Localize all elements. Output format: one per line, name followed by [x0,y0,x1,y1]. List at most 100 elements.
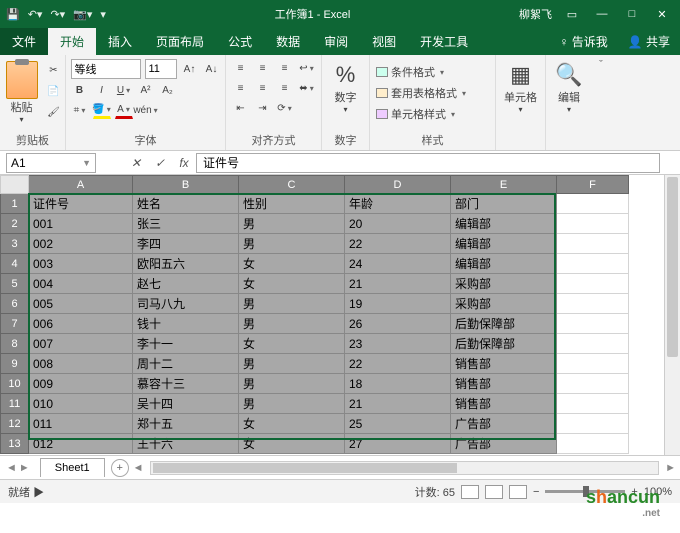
conditional-formatting-button[interactable]: 条件格式 [376,63,489,81]
cell[interactable]: 广告部 [451,414,557,434]
cell[interactable]: 王十六 [133,434,239,454]
cell[interactable] [557,294,629,314]
italic-button[interactable]: I [93,81,111,99]
cell[interactable]: 证件号 [29,194,133,214]
cell[interactable]: 姓名 [133,194,239,214]
col-header[interactable]: D [345,176,451,194]
decrease-font-icon[interactable]: A↓ [203,60,221,78]
collapse-ribbon-icon[interactable]: ˇ [592,55,610,150]
cell[interactable]: 005 [29,294,133,314]
cell[interactable] [557,374,629,394]
select-all-corner[interactable] [1,176,29,194]
font-name-select[interactable] [71,59,141,79]
row-header[interactable]: 13 [1,434,29,454]
superscript-icon[interactable]: A² [137,81,155,99]
cells-button[interactable]: ▦ 单元格▾ [502,59,540,116]
col-header[interactable]: A [29,176,133,194]
minimize-icon[interactable]: — [592,8,612,20]
cell[interactable] [557,214,629,234]
tell-me[interactable]: ♀ 告诉我 [549,28,617,55]
col-header[interactable]: F [557,176,629,194]
cell[interactable]: 24 [345,254,451,274]
cell[interactable]: 21 [345,394,451,414]
cell[interactable]: 赵七 [133,274,239,294]
macro-record-icon[interactable]: ▶ [33,487,44,499]
tab-layout[interactable]: 页面布局 [144,28,216,55]
cell[interactable]: 司马八九 [133,294,239,314]
cell[interactable]: 编辑部 [451,234,557,254]
cell[interactable]: 男 [239,294,345,314]
format-as-table-button[interactable]: 套用表格格式 [376,84,489,102]
cell[interactable] [557,334,629,354]
tab-data[interactable]: 数据 [264,28,312,55]
cell[interactable]: 女 [239,414,345,434]
cell[interactable]: 销售部 [451,374,557,394]
cell[interactable]: 女 [239,274,345,294]
view-layout-icon[interactable] [485,485,503,499]
cell[interactable]: 销售部 [451,354,557,374]
cell[interactable]: 012 [29,434,133,454]
cell[interactable]: 女 [239,254,345,274]
cell[interactable]: 李四 [133,234,239,254]
qat-customize-icon[interactable]: ▾ [100,8,106,21]
close-icon[interactable]: ✕ [652,8,672,21]
cell[interactable]: 男 [239,394,345,414]
enter-icon[interactable]: ✓ [148,156,172,170]
cell[interactable]: 周十二 [133,354,239,374]
spreadsheet-grid[interactable]: ABCDEF1证件号姓名性别年龄部门2001张三男20编辑部3002李四男22编… [0,175,629,454]
cell[interactable]: 吴十四 [133,394,239,414]
orientation-icon[interactable]: ⟳ [276,99,294,117]
view-pagebreak-icon[interactable] [509,485,527,499]
hscroll-right-icon[interactable]: ► [665,462,676,474]
cell[interactable]: 25 [345,414,451,434]
align-center-icon[interactable]: ≡ [254,79,272,97]
row-header[interactable]: 10 [1,374,29,394]
user-name[interactable]: 柳絮飞 [519,6,552,22]
cell[interactable]: 李十一 [133,334,239,354]
cell[interactable]: 钱十 [133,314,239,334]
cell[interactable]: 22 [345,234,451,254]
cell[interactable] [557,234,629,254]
fx-icon[interactable]: fx [172,156,196,170]
subscript-icon[interactable]: A₂ [159,81,177,99]
font-size-select[interactable] [145,59,177,79]
cell[interactable]: 23 [345,334,451,354]
increase-indent-icon[interactable]: ⇥ [254,99,272,117]
cell[interactable] [557,254,629,274]
phonetic-button[interactable]: wén [137,101,155,119]
row-header[interactable]: 2 [1,214,29,234]
cell-styles-button[interactable]: 单元格样式 [376,105,489,123]
cut-icon[interactable]: ✂ [45,61,63,79]
cell[interactable]: 后勤保障部 [451,334,557,354]
cell[interactable]: 009 [29,374,133,394]
row-header[interactable]: 6 [1,294,29,314]
cell[interactable]: 男 [239,314,345,334]
tab-file[interactable]: 文件 [0,28,48,55]
zoom-out-icon[interactable]: − [533,486,539,498]
col-header[interactable]: C [239,176,345,194]
bold-button[interactable]: B [71,81,89,99]
sheet-nav-prev-icon[interactable]: ◄ [6,462,17,474]
cell[interactable]: 20 [345,214,451,234]
col-header[interactable]: B [133,176,239,194]
row-header[interactable]: 8 [1,334,29,354]
tab-formulas[interactable]: 公式 [216,28,264,55]
align-right-icon[interactable]: ≡ [276,79,294,97]
cell[interactable]: 年龄 [345,194,451,214]
font-color-button[interactable]: A [115,101,133,119]
cell[interactable]: 销售部 [451,394,557,414]
cell[interactable]: 006 [29,314,133,334]
cell[interactable]: 张三 [133,214,239,234]
horizontal-scrollbar[interactable] [150,461,660,475]
fill-color-button[interactable]: 🪣 [93,101,111,119]
cell[interactable]: 采购部 [451,294,557,314]
ribbon-options-icon[interactable]: ▭ [562,8,582,21]
row-header[interactable]: 5 [1,274,29,294]
cell[interactable]: 男 [239,214,345,234]
cell[interactable]: 18 [345,374,451,394]
tab-home[interactable]: 开始 [48,28,96,55]
cell[interactable] [557,354,629,374]
cell[interactable]: 004 [29,274,133,294]
cell[interactable]: 编辑部 [451,214,557,234]
number-format-button[interactable]: % 数字▾ [327,59,365,116]
